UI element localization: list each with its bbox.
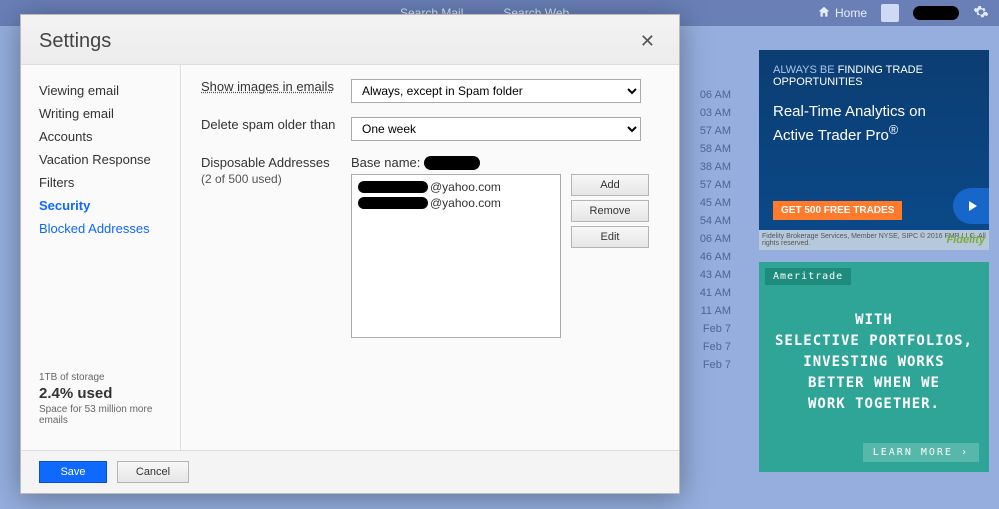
mail-time: 43 AM — [675, 266, 731, 284]
mail-time: 11 AM — [675, 302, 731, 320]
show-images-select[interactable]: Always, except in Spam folder — [351, 79, 641, 103]
mail-time: 45 AM — [675, 194, 731, 212]
save-button[interactable]: Save — [39, 461, 107, 483]
settings-sidebar: Viewing email Writing email Accounts Vac… — [21, 65, 181, 450]
modal-footer: Save Cancel — [21, 450, 679, 493]
mail-time: 41 AM — [675, 284, 731, 302]
settings-modal: Settings ✕ Viewing email Writing email A… — [20, 14, 680, 494]
play-icon[interactable] — [953, 188, 989, 224]
modal-title: Settings — [39, 30, 111, 53]
username-redacted — [913, 6, 959, 20]
sidebar-item-filters[interactable]: Filters — [21, 171, 180, 194]
home-icon — [817, 5, 831, 22]
mail-time: 03 AM — [675, 104, 731, 122]
show-images-label: Show images in emails — [201, 79, 351, 94]
sidebar-item-accounts[interactable]: Accounts — [21, 125, 180, 148]
mail-time: 58 AM — [675, 140, 731, 158]
storage-note: Space for 53 million more emails — [39, 404, 162, 426]
mail-time: 57 AM — [675, 122, 731, 140]
home-link[interactable]: Home — [817, 5, 867, 22]
remove-button[interactable]: Remove — [571, 200, 649, 222]
ad-ameritrade[interactable]: Ameritrade WITH SELECTIVE PORTFOLIOS, IN… — [759, 262, 989, 472]
mail-time: 06 AM — [675, 86, 731, 104]
disposable-count: (2 of 500 used) — [201, 172, 351, 186]
ad-column: ALWAYS BE FINDING TRADE OPPORTUNITIES Re… — [759, 50, 989, 472]
ad-fidelity[interactable]: ALWAYS BE FINDING TRADE OPPORTUNITIES Re… — [759, 50, 989, 250]
mail-time: 38 AM — [675, 158, 731, 176]
ad2-cta-button[interactable]: LEARN MORE › — [863, 443, 979, 462]
ameritrade-logo: Ameritrade — [765, 268, 851, 285]
edit-button[interactable]: Edit — [571, 226, 649, 248]
mail-time: Feb 7 — [675, 320, 731, 338]
sidebar-item-blocked-addresses[interactable]: Blocked Addresses — [21, 217, 180, 240]
add-button[interactable]: Add — [571, 174, 649, 196]
list-item[interactable]: @yahoo.com — [358, 195, 554, 211]
mail-time: 54 AM — [675, 212, 731, 230]
modal-header: Settings ✕ — [21, 15, 679, 65]
base-name-label: Base name: — [351, 155, 420, 170]
delete-spam-label: Delete spam older than — [201, 117, 351, 132]
mail-time: Feb 7 — [675, 338, 731, 356]
disposable-addresses-label: Disposable Addresses — [201, 155, 330, 170]
cancel-button[interactable]: Cancel — [117, 461, 189, 483]
base-name-redacted — [424, 156, 480, 170]
avatar[interactable] — [881, 4, 899, 22]
ad-cta-button[interactable]: GET 500 FREE TRADES — [773, 201, 902, 220]
disposable-address-list[interactable]: @yahoo.com @yahoo.com — [351, 174, 561, 338]
sidebar-item-security[interactable]: Security — [21, 194, 180, 217]
mail-time: 57 AM — [675, 176, 731, 194]
mail-time: 06 AM — [675, 230, 731, 248]
sidebar-item-vacation-response[interactable]: Vacation Response — [21, 148, 180, 171]
storage-info: 1TB of storage 2.4% used Space for 53 mi… — [21, 372, 180, 436]
sidebar-item-writing-email[interactable]: Writing email — [21, 102, 180, 125]
mail-time-column: 06 AM03 AM57 AM58 AM38 AM57 AM45 AM54 AM… — [675, 26, 731, 374]
close-icon[interactable]: ✕ — [634, 29, 661, 54]
gear-icon[interactable] — [973, 4, 989, 23]
storage-total: 1TB of storage — [39, 372, 162, 383]
storage-percent: 2.4% used — [39, 385, 162, 402]
home-label: Home — [835, 6, 867, 20]
mail-time: 46 AM — [675, 248, 731, 266]
mail-time: Feb 7 — [675, 356, 731, 374]
list-item[interactable]: @yahoo.com — [358, 179, 554, 195]
fidelity-logo: Fidelity — [946, 234, 985, 246]
sidebar-item-viewing-email[interactable]: Viewing email — [21, 79, 180, 102]
security-panel: Show images in emails Always, except in … — [181, 65, 679, 450]
delete-spam-select[interactable]: One week — [351, 117, 641, 141]
